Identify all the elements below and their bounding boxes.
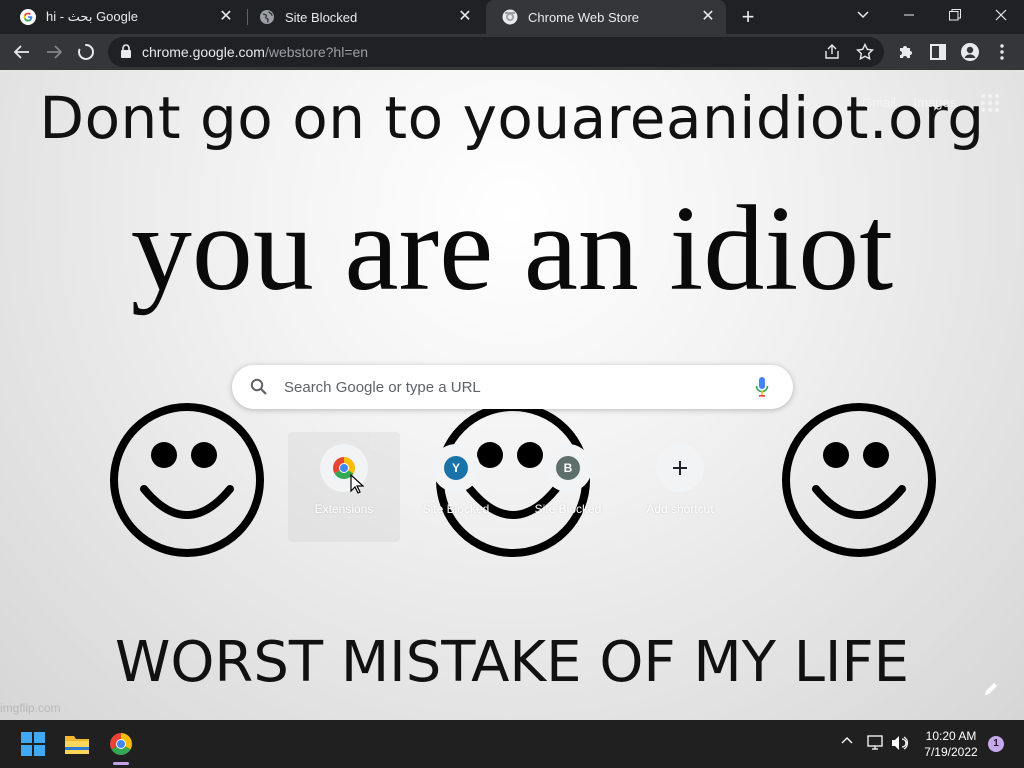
search-input[interactable] [284, 365, 744, 409]
lock-icon [121, 44, 131, 58]
tab-search-button[interactable] [840, 0, 886, 30]
shortcut-tile [656, 444, 704, 492]
meme-middle-text: you are an idiot [130, 181, 894, 316]
shortcut-label: Add shortcut [646, 502, 714, 516]
search-box[interactable] [232, 365, 793, 409]
shortcut-letter-b: B [556, 456, 580, 480]
google-apps-icon[interactable] [981, 94, 999, 112]
share-icon[interactable] [824, 44, 840, 60]
tab-title: hi - بحث Google [46, 9, 138, 24]
close-window-button[interactable] [978, 0, 1024, 30]
images-link[interactable]: Images [914, 95, 957, 110]
imgflip-watermark: imgflip.com [0, 701, 61, 715]
chrome-logo-icon [110, 733, 132, 755]
shortcut-label: Site Blocked [534, 502, 602, 516]
browser-toolbar: chrome.google.com/webstore?hl=en [0, 34, 1024, 70]
shortcut-menu-icon[interactable]: ⋮ [366, 436, 380, 450]
chevron-up-icon[interactable] [841, 734, 853, 746]
address-url[interactable]: chrome.google.com/webstore?hl=en [142, 37, 368, 67]
shortcut-label: Site Blocked [422, 502, 490, 516]
customize-pencil-icon[interactable] [983, 681, 999, 697]
new-tab-button[interactable]: + [738, 6, 758, 28]
windows-logo-icon [21, 732, 45, 756]
chrome-web-store-icon [502, 9, 518, 25]
bookmark-star-icon[interactable] [856, 43, 874, 61]
google-g-icon [20, 9, 36, 25]
side-panel-button[interactable] [924, 38, 952, 66]
system-clock[interactable]: 10:20 AM 7/19/2022 [918, 728, 984, 760]
top-links: Gmail Images [862, 95, 970, 110]
url-host: chrome.google.com [142, 44, 265, 60]
taskbar: 10:20 AM 7/19/2022 [0, 720, 1024, 768]
microphone-icon[interactable] [755, 376, 769, 398]
chevron-down-icon [857, 11, 869, 19]
smiley-face-right [782, 403, 936, 557]
volume-icon[interactable] [891, 734, 909, 752]
clock-date: 7/19/2022 [924, 745, 978, 759]
mouse-cursor-icon [350, 474, 364, 494]
chrome-menu-button[interactable] [988, 38, 1016, 66]
shortcut-site-blocked-y[interactable]: Y Site Blocked [400, 432, 512, 542]
globe-icon [259, 9, 275, 25]
minimize-button[interactable] [886, 0, 932, 30]
shortcut-tile: B [544, 444, 592, 492]
tab-strip: hi - بحث Google ✕ Site Blocked ✕ Chrome … [0, 0, 1024, 34]
loading-spinner-icon [78, 44, 94, 60]
shortcut-add[interactable]: Add shortcut [624, 432, 736, 542]
tab-title: Chrome Web Store [528, 9, 640, 25]
puzzle-icon [900, 46, 912, 58]
notification-badge[interactable]: 1 [988, 736, 1004, 752]
arrow-right-icon [47, 45, 62, 59]
url-path: /webstore?hl=en [264, 44, 369, 60]
address-bar[interactable]: chrome.google.com/webstore?hl=en [108, 37, 884, 67]
shortcut-tile: Y [432, 444, 480, 492]
arrow-left-icon [14, 45, 29, 59]
side-panel-icon [930, 44, 946, 60]
start-button[interactable] [17, 728, 49, 760]
forward-button[interactable] [40, 38, 68, 66]
close-icon[interactable]: ✕ [700, 9, 716, 25]
network-icon[interactable] [867, 734, 885, 752]
file-explorer-button[interactable] [61, 728, 93, 760]
smiley-face-left [110, 403, 264, 557]
tab-google-search[interactable]: hi - بحث Google ✕ [4, 0, 244, 34]
folder-icon [65, 736, 89, 754]
restore-button[interactable] [932, 0, 978, 30]
meme-bottom-text: WORST MISTAKE OF MY LIFE [114, 630, 910, 695]
back-button[interactable] [8, 38, 36, 66]
close-icon[interactable]: ✕ [457, 9, 473, 25]
tab-chrome-web-store[interactable]: Chrome Web Store ✕ [486, 0, 726, 34]
extensions-button[interactable] [892, 38, 920, 66]
chrome-taskbar-button[interactable] [105, 728, 137, 760]
shortcut-label: Extensions [314, 502, 374, 516]
profile-icon [961, 43, 979, 61]
close-icon[interactable]: ✕ [218, 9, 234, 25]
close-icon [995, 9, 1007, 21]
stop-loading-button[interactable] [72, 38, 100, 66]
plus-icon [673, 461, 687, 475]
gmail-link[interactable]: Gmail [862, 95, 896, 110]
shortcut-letter-y: Y [444, 456, 468, 480]
minimize-icon [904, 14, 914, 16]
shortcut-site-blocked-b[interactable]: B Site Blocked [512, 432, 624, 542]
search-icon [250, 378, 267, 395]
kebab-menu-icon [1000, 44, 1004, 60]
tab-site-blocked[interactable]: Site Blocked ✕ [243, 0, 483, 34]
profile-button[interactable] [956, 38, 984, 66]
new-tab-page: Dont go on to youareanidiot.org you are … [0, 70, 1024, 720]
shortcut-extensions[interactable]: Extensions ⋮ [288, 432, 400, 542]
clock-time: 10:20 AM [925, 729, 977, 743]
restore-icon [949, 9, 961, 21]
tab-title: Site Blocked [285, 9, 358, 25]
active-app-indicator [113, 762, 129, 765]
